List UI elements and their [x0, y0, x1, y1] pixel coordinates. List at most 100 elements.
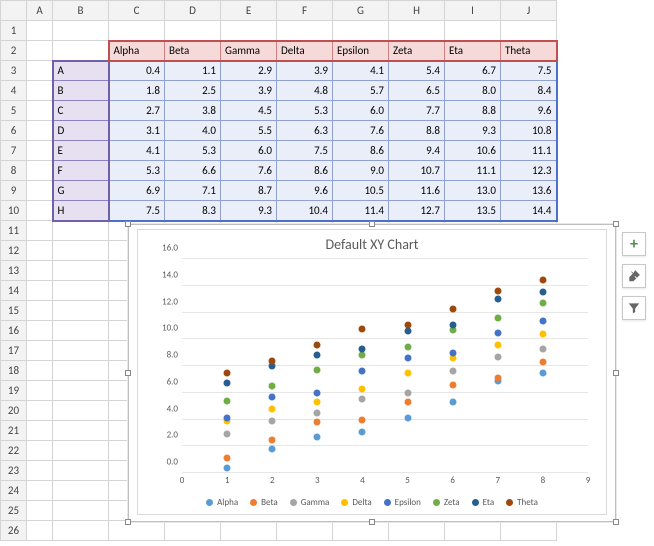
- cell[interactable]: D: [53, 121, 109, 141]
- row-header[interactable]: 22: [1, 441, 27, 461]
- data-point[interactable]: [494, 314, 501, 321]
- cell[interactable]: [53, 501, 109, 521]
- column-header[interactable]: C: [109, 1, 165, 21]
- cell[interactable]: [27, 221, 53, 241]
- cell[interactable]: 9.6: [277, 181, 333, 201]
- cell[interactable]: C: [53, 101, 109, 121]
- data-point[interactable]: [404, 415, 411, 422]
- cell[interactable]: [53, 21, 109, 41]
- cell[interactable]: [27, 461, 53, 481]
- cell[interactable]: 0.4: [109, 61, 165, 81]
- legend-item[interactable]: Gamma: [290, 497, 330, 508]
- data-point[interactable]: [269, 417, 276, 424]
- cell[interactable]: 4.8: [277, 81, 333, 101]
- cell[interactable]: 2.7: [109, 101, 165, 121]
- data-point[interactable]: [404, 399, 411, 406]
- cell[interactable]: [333, 21, 389, 41]
- data-point[interactable]: [314, 352, 321, 359]
- data-point[interactable]: [314, 433, 321, 440]
- data-point[interactable]: [494, 375, 501, 382]
- cell[interactable]: [27, 381, 53, 401]
- legend-item[interactable]: Delta: [341, 497, 371, 508]
- data-point[interactable]: [539, 289, 546, 296]
- data-point[interactable]: [539, 359, 546, 366]
- row-header[interactable]: 7: [1, 141, 27, 161]
- column-header[interactable]: H: [389, 1, 445, 21]
- cell[interactable]: 5.5: [221, 121, 277, 141]
- cell[interactable]: [501, 521, 557, 541]
- cell[interactable]: 5.4: [389, 61, 445, 81]
- cell[interactable]: Delta: [277, 41, 333, 61]
- cell[interactable]: 3.9: [277, 61, 333, 81]
- cell[interactable]: [27, 141, 53, 161]
- row-header[interactable]: 25: [1, 501, 27, 521]
- cell[interactable]: 9.4: [389, 141, 445, 161]
- resize-handle[interactable]: [369, 221, 375, 227]
- cell[interactable]: 7.5: [277, 141, 333, 161]
- cell[interactable]: 1.1: [165, 61, 221, 81]
- data-point[interactable]: [314, 409, 321, 416]
- column-header[interactable]: A: [27, 1, 53, 21]
- cell[interactable]: 1.8: [109, 81, 165, 101]
- row-header[interactable]: 21: [1, 421, 27, 441]
- chart-elements-button[interactable]: +: [622, 232, 646, 256]
- cell[interactable]: 7.1: [165, 181, 221, 201]
- cell[interactable]: Epsilon: [333, 41, 389, 61]
- row-header[interactable]: 9: [1, 181, 27, 201]
- cell[interactable]: [389, 521, 445, 541]
- plot-area[interactable]: 0.02.04.06.08.010.012.014.016.0012345678…: [182, 259, 588, 473]
- cell[interactable]: 4.1: [333, 61, 389, 81]
- cell[interactable]: [27, 81, 53, 101]
- cell[interactable]: [53, 421, 109, 441]
- cell[interactable]: 9.0: [333, 161, 389, 181]
- cell[interactable]: 8.8: [389, 121, 445, 141]
- data-point[interactable]: [224, 415, 231, 422]
- data-point[interactable]: [314, 399, 321, 406]
- data-point[interactable]: [269, 445, 276, 452]
- data-point[interactable]: [404, 321, 411, 328]
- column-header[interactable]: E: [221, 1, 277, 21]
- cell[interactable]: 8.3: [165, 201, 221, 221]
- row-header[interactable]: 4: [1, 81, 27, 101]
- data-point[interactable]: [494, 329, 501, 336]
- row-header[interactable]: 8: [1, 161, 27, 181]
- resize-handle[interactable]: [613, 221, 619, 227]
- data-point[interactable]: [449, 349, 456, 356]
- row-header[interactable]: 23: [1, 461, 27, 481]
- legend-item[interactable]: Beta: [250, 497, 278, 508]
- cell[interactable]: [27, 61, 53, 81]
- cell[interactable]: 7.6: [221, 161, 277, 181]
- cell[interactable]: 10.5: [333, 181, 389, 201]
- data-point[interactable]: [449, 321, 456, 328]
- data-point[interactable]: [449, 381, 456, 388]
- resize-handle[interactable]: [125, 519, 131, 525]
- cell[interactable]: F: [53, 161, 109, 181]
- cell[interactable]: 10.6: [445, 141, 501, 161]
- cell[interactable]: [53, 41, 109, 61]
- resize-handle[interactable]: [613, 519, 619, 525]
- cell[interactable]: 6.6: [165, 161, 221, 181]
- cell[interactable]: 7.6: [333, 121, 389, 141]
- cell[interactable]: 4.5: [221, 101, 277, 121]
- data-point[interactable]: [269, 405, 276, 412]
- cell[interactable]: 8.8: [445, 101, 501, 121]
- data-point[interactable]: [224, 464, 231, 471]
- resize-handle[interactable]: [125, 370, 131, 376]
- cell[interactable]: [445, 521, 501, 541]
- chart-filters-button[interactable]: [622, 296, 646, 320]
- cell[interactable]: [53, 481, 109, 501]
- cell[interactable]: [53, 441, 109, 461]
- cell[interactable]: [27, 101, 53, 121]
- cell[interactable]: Alpha: [109, 41, 165, 61]
- row-header[interactable]: 13: [1, 261, 27, 281]
- cell[interactable]: 11.6: [389, 181, 445, 201]
- cell[interactable]: H: [53, 201, 109, 221]
- data-point[interactable]: [359, 396, 366, 403]
- cell[interactable]: [27, 301, 53, 321]
- data-point[interactable]: [539, 317, 546, 324]
- cell[interactable]: 8.6: [277, 161, 333, 181]
- data-point[interactable]: [494, 341, 501, 348]
- resize-handle[interactable]: [613, 370, 619, 376]
- cell[interactable]: 3.8: [165, 101, 221, 121]
- chart-styles-button[interactable]: [622, 264, 646, 288]
